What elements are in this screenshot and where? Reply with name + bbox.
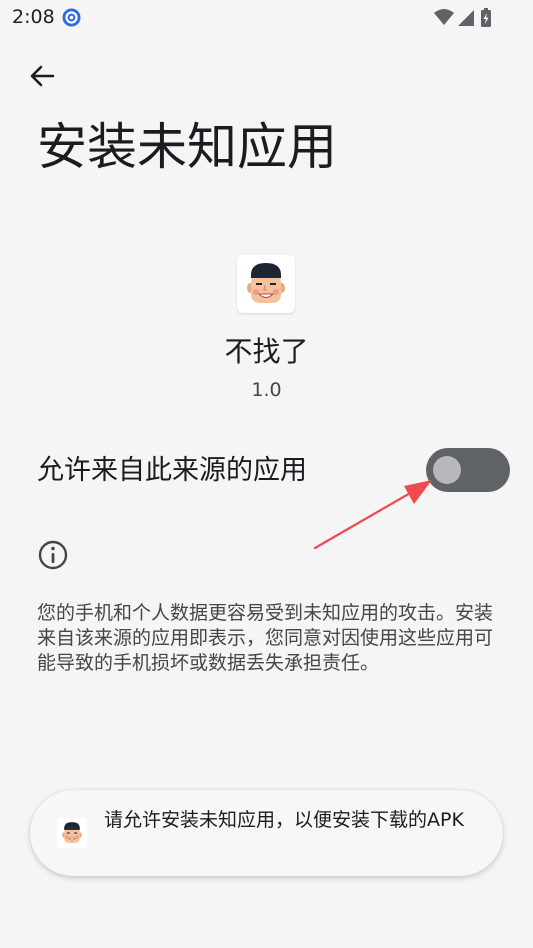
toast-app-icon (57, 818, 87, 848)
toast-text: 请允许安装未知应用，以便安装下载的APK (104, 809, 464, 831)
status-icons (433, 7, 493, 29)
back-button[interactable] (22, 58, 62, 98)
notification-app-icon (62, 8, 81, 27)
info-icon (37, 539, 69, 571)
battery-charging-icon (481, 8, 491, 27)
app-name: 不找了 (224, 335, 309, 368)
warning-text: 您的手机和个人数据更容易受到未知应用的攻击。安装来自该来源的应用即表示，您同意对… (37, 602, 494, 674)
toast-message: 请允许安装未知应用，以便安装下载的APK (30, 790, 503, 876)
allow-source-toggle[interactable] (426, 448, 510, 492)
wifi-icon (434, 9, 454, 25)
allow-source-setting[interactable]: 允许来自此来源的应用 (0, 440, 533, 502)
app-version: 1.0 (251, 379, 282, 401)
page-title: 安装未知应用 (37, 118, 337, 176)
status-bar: 2:08 (0, 0, 533, 36)
status-time: 2:08 (12, 6, 55, 28)
back-arrow-icon (28, 62, 56, 94)
toggle-thumb (433, 456, 461, 484)
app-icon (237, 255, 295, 313)
signal-icon (458, 10, 474, 26)
allow-source-label: 允许来自此来源的应用 (37, 455, 307, 486)
